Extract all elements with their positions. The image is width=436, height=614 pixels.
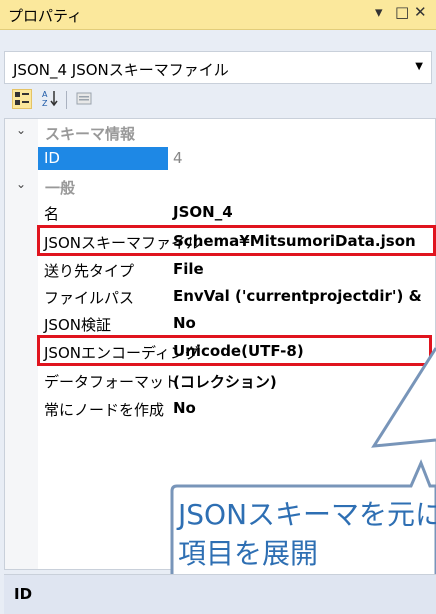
category-label: 一般 xyxy=(45,179,76,197)
description-title: ID xyxy=(14,585,33,603)
property-value[interactable]: EnvVal ('currentprojectdir') & xyxy=(173,287,422,305)
description-pane: ID xyxy=(4,574,436,614)
chevron-collapse-icon[interactable]: ⌄ xyxy=(16,177,26,191)
chevron-collapse-icon[interactable]: ⌄ xyxy=(16,123,26,137)
property-row-always-create-node[interactable]: 常にノードを作成 No xyxy=(5,397,435,420)
close-icon[interactable]: ✕ xyxy=(414,3,427,21)
property-name: JSON検証 xyxy=(44,316,111,334)
property-row-id[interactable]: ID 4 xyxy=(5,147,435,170)
properties-toolbar: A Z xyxy=(0,84,436,118)
highlight-box-schema-file xyxy=(37,225,436,256)
categorized-icon[interactable] xyxy=(12,89,32,109)
dropdown-icon[interactable]: ▾ xyxy=(375,3,383,21)
property-name: 名 xyxy=(44,205,60,223)
properties-title-bar: プロパティ ▾ □ ✕ xyxy=(0,0,436,30)
svg-text:A: A xyxy=(42,90,48,99)
property-pages-icon[interactable] xyxy=(74,89,94,109)
svg-text:Z: Z xyxy=(42,99,48,107)
maximize-icon[interactable]: □ xyxy=(395,3,409,21)
panel-title: プロパティ xyxy=(8,7,83,25)
callout-line-2: 項目を展開 xyxy=(178,537,319,570)
alphabetical-sort-icon[interactable]: A Z xyxy=(40,89,60,109)
object-selector-value: JSON_4 JSONスキーマファイル xyxy=(13,61,229,79)
highlight-box-encoding xyxy=(37,335,432,366)
property-name: 送り先タイプ xyxy=(44,262,135,280)
property-name: データフォーマット xyxy=(44,373,180,391)
property-row-data-format[interactable]: データフォーマット (コレクション) xyxy=(5,369,435,392)
category-label: スキーマ情報 xyxy=(45,125,136,143)
property-row-name[interactable]: 名 JSON_4 xyxy=(5,201,435,224)
property-value[interactable]: JSON_4 xyxy=(173,203,233,221)
property-row-destination-type[interactable]: 送り先タイプ File xyxy=(5,258,435,281)
category-schema-info[interactable]: ⌄ スキーマ情報 xyxy=(5,121,435,144)
property-name: ファイルパス xyxy=(44,289,135,307)
object-selector[interactable]: JSON_4 JSONスキーマファイル ▼ xyxy=(4,51,432,84)
property-row-json-validation[interactable]: JSON検証 No xyxy=(5,312,435,335)
property-name: 常にノードを作成 xyxy=(44,401,165,419)
callout-line-1: JSONスキーマを元に xyxy=(178,498,436,531)
property-name: ID xyxy=(44,149,60,167)
property-value[interactable]: 4 xyxy=(173,149,183,167)
chevron-down-icon[interactable]: ▼ xyxy=(415,61,423,72)
category-general[interactable]: ⌄ 一般 xyxy=(5,175,435,198)
property-row-file-path[interactable]: ファイルパス EnvVal ('currentprojectdir') & xyxy=(5,285,435,308)
property-value[interactable]: No xyxy=(173,399,196,417)
property-value[interactable]: (コレクション) xyxy=(173,371,277,392)
toolbar-separator xyxy=(66,91,67,109)
property-value[interactable]: File xyxy=(173,260,204,278)
property-value[interactable]: No xyxy=(173,314,196,332)
